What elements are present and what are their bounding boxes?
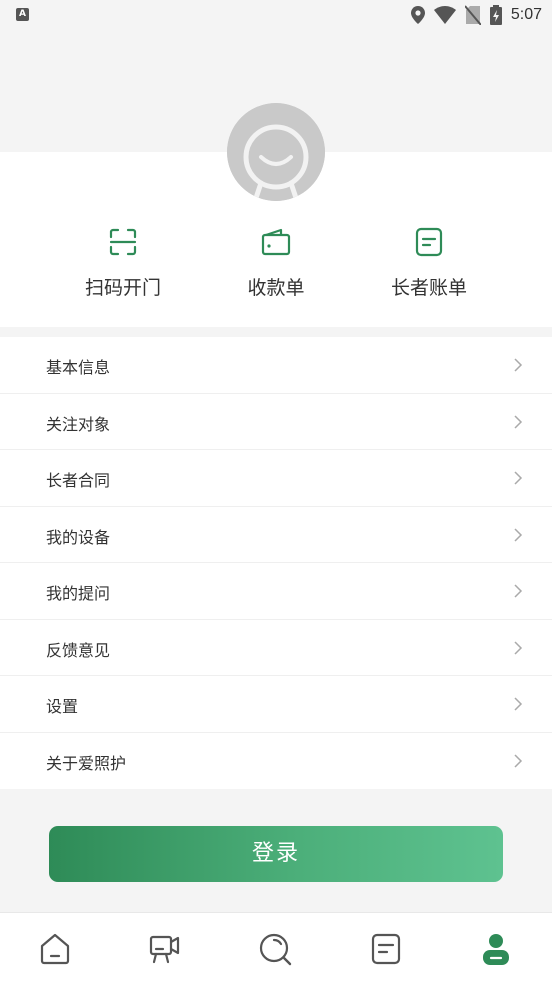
discover-icon (259, 933, 292, 966)
elder-bill-button[interactable]: 长者账单 (364, 227, 494, 300)
menu-item-my-questions[interactable]: 我的提问 (0, 563, 552, 620)
wallet-icon (261, 228, 291, 256)
menu-item-feedback[interactable]: 反馈意见 (0, 620, 552, 676)
menu-item-settings[interactable]: 设置 (0, 676, 552, 733)
tab-profile[interactable] (478, 931, 514, 967)
menu-item-about[interactable]: 关于爱照护 (0, 733, 552, 790)
tab-discover[interactable] (257, 931, 293, 967)
list-icon (371, 933, 401, 965)
no-sim-icon (464, 5, 481, 25)
app-notification-icon: A (16, 8, 29, 21)
settings-menu: 基本信息 关注对象 长者合同 我的设备 我的提问 反馈意见 设置 关于爱照护 (0, 337, 552, 789)
scan-open-door-button[interactable]: 扫码开门 (58, 227, 188, 300)
profile-icon (483, 934, 509, 965)
default-avatar-icon (227, 103, 325, 201)
menu-item-label: 关于爱照护 (46, 753, 127, 773)
scan-icon (109, 228, 137, 256)
video-icon (149, 935, 180, 964)
bill-icon (415, 227, 443, 257)
chevron-right-icon (514, 697, 523, 711)
quick-action-label: 长者账单 (390, 277, 467, 299)
menu-item-label: 设置 (46, 697, 79, 716)
chevron-right-icon (514, 414, 523, 429)
menu-item-label: 我的提问 (46, 584, 111, 603)
menu-item-elder-contract[interactable]: 长者合同 (0, 450, 552, 507)
quick-action-label: 收款单 (247, 277, 305, 299)
chevron-right-icon (514, 753, 523, 768)
bottom-tab-bar (0, 912, 552, 983)
menu-item-followed[interactable]: 关注对象 (0, 394, 552, 450)
home-icon (40, 933, 70, 965)
tab-video[interactable] (147, 931, 183, 967)
chevron-right-icon (514, 584, 523, 598)
receipt-button[interactable]: 收款单 (211, 227, 341, 300)
login-button[interactable]: 登录 (49, 826, 503, 882)
location-icon (410, 6, 425, 24)
tab-home[interactable] (37, 931, 73, 967)
menu-item-my-devices[interactable]: 我的设备 (0, 507, 552, 563)
chevron-right-icon (514, 527, 523, 542)
menu-item-label: 反馈意见 (46, 640, 111, 660)
chevron-right-icon (514, 640, 523, 655)
battery-charging-icon (489, 5, 502, 25)
status-time: 5:07 (510, 6, 542, 23)
status-icons: 5:07 (410, 5, 542, 25)
menu-item-basic-info[interactable]: 基本信息 (0, 337, 552, 394)
tab-list[interactable] (368, 931, 404, 967)
quick-action-label: 扫码开门 (84, 277, 161, 299)
menu-item-label: 我的设备 (46, 527, 111, 547)
menu-item-label: 关注对象 (46, 414, 111, 434)
avatar[interactable] (227, 103, 325, 201)
menu-item-label: 基本信息 (46, 358, 111, 377)
wifi-icon (433, 6, 456, 24)
chevron-right-icon (514, 358, 523, 372)
status-bar: A 5:07 (0, 0, 552, 30)
menu-item-label: 长者合同 (46, 471, 111, 490)
chevron-right-icon (514, 471, 523, 485)
